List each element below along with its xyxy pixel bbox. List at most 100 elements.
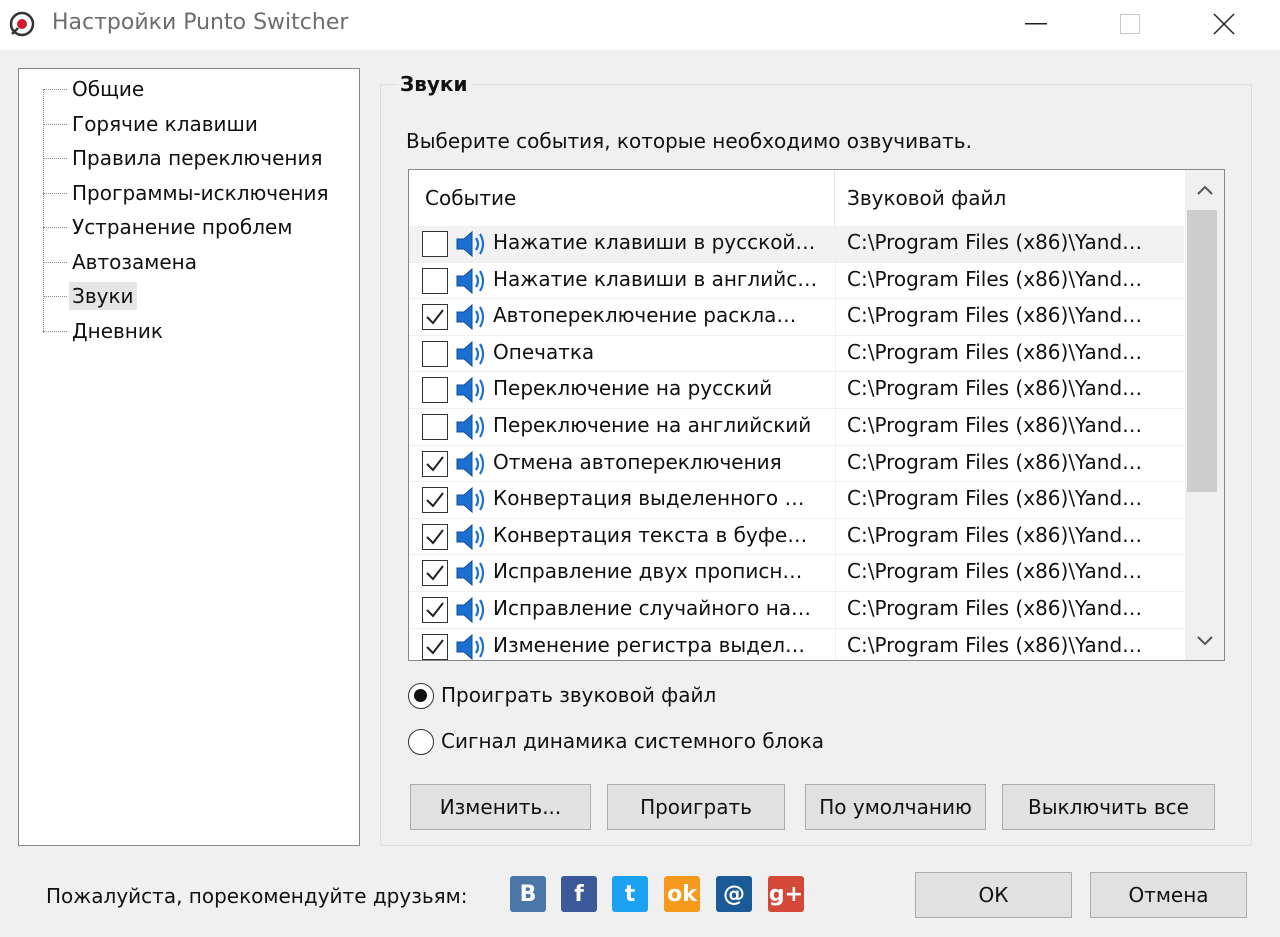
scrollbar-thumb[interactable] [1187, 210, 1217, 492]
column-divider [835, 408, 836, 445]
row-checkbox[interactable] [422, 231, 448, 257]
column-header-file[interactable]: Звуковой файл [835, 170, 1184, 226]
sound-file-path: C:\Program Files (x86)\Yand… [847, 522, 1143, 547]
sound-file-path: C:\Program Files (x86)\Yand… [847, 230, 1143, 254]
row-checkbox[interactable] [422, 450, 448, 477]
speaker-icon [455, 522, 489, 552]
row-checkbox[interactable] [422, 377, 448, 404]
table-row[interactable]: Автопереключение раскла… C:\Program Files… [409, 299, 1184, 336]
default-button[interactable]: По умолчанию [805, 784, 986, 830]
list-header: Событие Звуковой файл [409, 170, 1184, 226]
table-row[interactable]: Изменение регистра выдел… C:\Program File… [409, 628, 1184, 660]
tree-item-label: Дневник [72, 319, 163, 343]
window-title: Настройки Punto Switcher [52, 10, 349, 35]
radio-play-file-label[interactable]: Проиграть звуковой файл [441, 683, 716, 707]
odnoklassniki-icon[interactable]: ok [664, 876, 700, 912]
row-checkbox[interactable] [422, 523, 448, 550]
sound-file-path: C:\Program Files (x86)\Yand… [847, 376, 1143, 401]
table-row[interactable]: Исправление двух прописн… C:\Program File… [409, 555, 1184, 592]
minimize-button[interactable] [990, 0, 1082, 48]
column-divider [835, 226, 836, 262]
twitter-icon[interactable]: t [612, 876, 648, 912]
speaker-icon [455, 632, 489, 660]
ok-button[interactable]: ОК [915, 872, 1072, 918]
sound-file-path: C:\Program Files (x86)\Yand… [847, 595, 1143, 620]
sound-file-path: C:\Program Files (x86)\Yand… [847, 449, 1143, 474]
row-checkbox[interactable] [422, 487, 448, 514]
event-name: Конвертация выделенного … [493, 486, 805, 511]
table-row[interactable]: Нажатие клавиши в английс… C:\Program Fil… [409, 262, 1184, 300]
column-divider [835, 482, 836, 519]
sound-events-list: Событие Звуковой файл Нажатие клавиши в … [408, 169, 1225, 661]
disable-all-button[interactable]: Выключить все [1002, 784, 1215, 830]
event-name: Нажатие клавиши в русской… [493, 230, 816, 254]
scroll-up-button[interactable] [1185, 170, 1224, 210]
sounds-description: Выберите события, которые необходимо озв… [406, 129, 972, 153]
vk-icon[interactable]: B [510, 876, 546, 912]
event-name: Опечатка [493, 339, 595, 364]
tree-item-label: Общие [72, 77, 145, 101]
speaker-icon [455, 339, 489, 369]
radio-play-file[interactable] [408, 683, 434, 709]
tree-item-label: Горячие клавиши [72, 112, 258, 136]
play-button[interactable]: Проиграть [607, 784, 785, 830]
title-bar: Настройки Punto Switcher [0, 0, 1280, 50]
table-row[interactable]: Конвертация текста в буфе… C:\Program Fil… [409, 518, 1184, 556]
tree-item-label: Звуки [69, 282, 137, 310]
column-header-event[interactable]: Событие [409, 170, 835, 226]
speaker-icon [455, 558, 489, 588]
list-rows: Нажатие клавиши в русской… C:\Program Fil… [409, 226, 1184, 660]
column-divider [835, 628, 836, 660]
event-name: Изменение регистра выдел… [493, 632, 806, 657]
radio-system-speaker[interactable] [408, 729, 434, 755]
sound-file-path: C:\Program Files (x86)\Yand… [847, 339, 1143, 364]
close-icon [1213, 13, 1235, 35]
facebook-icon[interactable]: f [561, 876, 597, 912]
table-row[interactable]: Переключение на русский C:\Program Files … [409, 372, 1184, 409]
tree-item-label: Правила переключения [72, 146, 323, 170]
column-divider [835, 555, 836, 592]
vertical-scrollbar[interactable] [1185, 170, 1224, 660]
table-row[interactable]: Отмена автопереключения C:\Program Files … [409, 445, 1184, 483]
mailru-icon[interactable]: @ [716, 876, 752, 912]
app-logo-icon [8, 10, 36, 38]
row-checkbox[interactable] [422, 413, 448, 440]
scroll-down-button[interactable] [1185, 622, 1224, 660]
chevron-down-icon [1197, 636, 1213, 646]
table-row[interactable]: Опечатка C:\Program Files (x86)\Yand… [409, 335, 1184, 373]
table-row[interactable]: Переключение на английский C:\Program Fil… [409, 408, 1184, 446]
sound-file-path: C:\Program Files (x86)\Yand… [847, 632, 1143, 657]
table-row[interactable]: Исправление случайного на… C:\Program Fil… [409, 591, 1184, 629]
settings-tree: Общие Горячие клавиши Правила переключен… [18, 68, 360, 846]
speaker-icon [455, 266, 489, 296]
tree-item-label: Программы-исключения [72, 181, 329, 205]
speaker-icon [455, 595, 489, 625]
row-checkbox[interactable] [422, 560, 448, 587]
row-checkbox[interactable] [422, 596, 448, 623]
radio-system-speaker-label[interactable]: Сигнал динамика системного блока [441, 729, 824, 753]
row-checkbox[interactable] [422, 340, 448, 367]
cancel-button[interactable]: Отмена [1090, 872, 1247, 918]
column-divider [835, 335, 836, 372]
column-divider [835, 262, 836, 299]
row-checkbox[interactable] [422, 304, 448, 331]
table-row[interactable]: Нажатие клавиши в русской… C:\Program Fil… [409, 226, 1184, 263]
event-name: Переключение на английский [493, 412, 812, 437]
maximize-button[interactable] [1084, 0, 1176, 48]
event-name: Исправление двух прописн… [493, 559, 803, 584]
group-title: Звуки [396, 72, 472, 96]
change-button[interactable]: Изменить... [410, 784, 591, 830]
close-button[interactable] [1178, 0, 1270, 48]
row-checkbox[interactable] [422, 633, 448, 660]
speaker-icon [455, 302, 489, 332]
speaker-icon [455, 229, 489, 259]
googleplus-icon[interactable]: g+ [768, 876, 804, 912]
column-divider [835, 372, 836, 409]
row-checkbox[interactable] [422, 267, 448, 294]
event-name: Переключение на русский [493, 376, 773, 401]
speaker-icon [455, 375, 489, 405]
event-name: Отмена автопереключения [493, 449, 782, 474]
maximize-icon [1120, 14, 1140, 34]
table-row[interactable]: Конвертация выделенного … C:\Program File… [409, 482, 1184, 519]
tree-item-label: Автозамена [72, 250, 197, 274]
